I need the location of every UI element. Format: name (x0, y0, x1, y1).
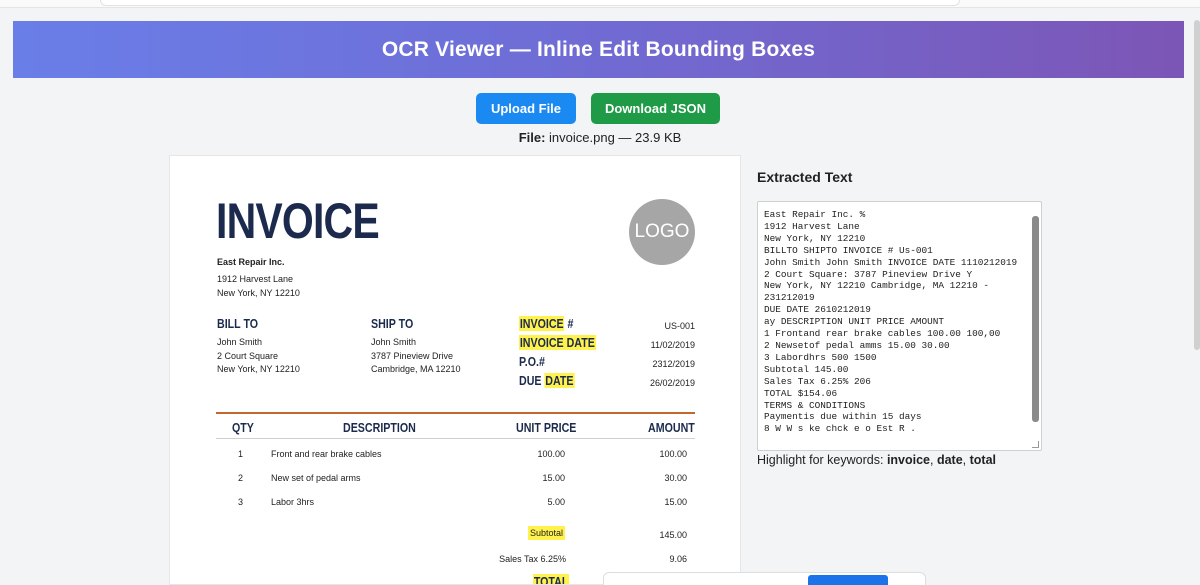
item-unit-price: 100.00 (537, 449, 565, 459)
invoice-title: INVOICE (216, 193, 380, 249)
floating-toolbar (603, 572, 926, 585)
keyword-separator: , (962, 453, 970, 467)
total-label[interactable]: TOTAL (533, 574, 570, 584)
file-label: File: (518, 130, 546, 145)
item-qty: 2 (238, 473, 244, 483)
browser-tab-edge (100, 0, 960, 6)
invoice-preview[interactable]: INVOICE LOGO East Repair Inc. 1912 Harve… (169, 155, 741, 585)
item-description: New set of pedal arms (271, 473, 361, 483)
bill-to-heading: BILL TO (217, 316, 259, 331)
item-amount: 15.00 (664, 497, 687, 507)
app-title: OCR Viewer — Inline Edit Bounding Boxes (381, 37, 816, 61)
invoice-date-value: 11/02/2019 (650, 340, 695, 350)
due-date-value: 26/02/2019 (649, 378, 695, 388)
ship-to-city: Cambridge, MA 12210 (371, 364, 461, 374)
col-amount: AMOUNT (648, 420, 695, 435)
keyword-date: date (936, 453, 963, 467)
label-pre: DUE (519, 373, 545, 388)
item-qty: 3 (238, 497, 244, 507)
subtotal-label[interactable]: Subtotal (528, 526, 566, 540)
ship-to-name: John Smith (371, 337, 417, 347)
extracted-text-content: East Repair Inc. % 1912 Harvest Lane New… (764, 209, 1018, 435)
page-scrollbar[interactable] (1194, 20, 1200, 350)
item-amount: 30.00 (664, 473, 687, 483)
browser-top-strip (0, 0, 1200, 8)
extracted-text-area[interactable]: East Repair Inc. % 1912 Harvest Lane New… (757, 201, 1042, 451)
col-qty: QTY (232, 420, 254, 435)
company-name: East Repair Inc. (217, 257, 285, 267)
sales-tax-label: Sales Tax 6.25% (499, 554, 566, 564)
po-number-label[interactable]: P.O.# (519, 354, 545, 369)
keyword-highlight: INVOICE (519, 316, 565, 331)
keyword-highlight: INVOICE DATE (519, 335, 596, 350)
item-unit-price: 5.00 (547, 497, 565, 507)
file-info: File: invoice.png — 23.9 KB (0, 130, 1200, 145)
po-number-value: 2312/2019 (652, 359, 695, 369)
keyword-separator: , (930, 453, 937, 467)
sales-tax-value: 9.06 (669, 554, 687, 564)
invoice-number-label[interactable]: INVOICE # (519, 316, 573, 331)
app-header: OCR Viewer — Inline Edit Bounding Boxes (13, 21, 1184, 78)
textarea-scrollbar[interactable] (1032, 216, 1039, 422)
resize-grip-icon[interactable] (1032, 441, 1039, 448)
item-description: Front and rear brake cables (271, 449, 382, 459)
item-qty: 1 (238, 449, 244, 459)
keyword-highlight: DATE (544, 373, 575, 388)
keyword-invoice: invoice (886, 453, 931, 467)
logo-placeholder: LOGO (629, 199, 695, 265)
ship-to-street: 3787 Pineview Drive (371, 351, 454, 361)
item-amount: 100.00 (659, 449, 687, 459)
keyword-highlight-info: Highlight for keywords: invoice, date, t… (757, 453, 996, 467)
col-description: DESCRIPTION (343, 420, 416, 435)
table-header-rule (216, 438, 695, 439)
ship-to-heading: SHIP TO (371, 316, 414, 331)
bill-to-city: New York, NY 12210 (217, 364, 300, 374)
bill-to-name: John Smith (217, 337, 263, 347)
invoice-number-value: US-001 (664, 321, 695, 331)
item-unit-price: 15.00 (542, 473, 565, 483)
label-rest: # (564, 316, 574, 331)
item-description: Labor 3hrs (271, 497, 315, 507)
keyword-total: total (969, 453, 997, 467)
company-street: 1912 Harvest Lane (217, 274, 294, 284)
bill-to-street: 2 Court Square (217, 351, 279, 361)
floating-toolbar-button[interactable] (808, 575, 888, 585)
table-top-rule (216, 412, 695, 414)
col-unit-price: UNIT PRICE (516, 420, 577, 435)
company-city: New York, NY 12210 (217, 288, 300, 298)
invoice-date-label[interactable]: INVOICE DATE (519, 335, 596, 350)
extracted-text-title: Extracted Text (757, 169, 853, 185)
file-value: invoice.png — 23.9 KB (549, 130, 682, 145)
keyword-highlight: TOTAL (533, 574, 570, 584)
upload-file-button[interactable]: Upload File (476, 93, 576, 124)
download-json-button[interactable]: Download JSON (591, 93, 720, 124)
keyword-label: Highlight for keywords: (757, 453, 884, 467)
due-date-label[interactable]: DUE DATE (519, 373, 575, 388)
subtotal-value: 145.00 (659, 530, 687, 540)
